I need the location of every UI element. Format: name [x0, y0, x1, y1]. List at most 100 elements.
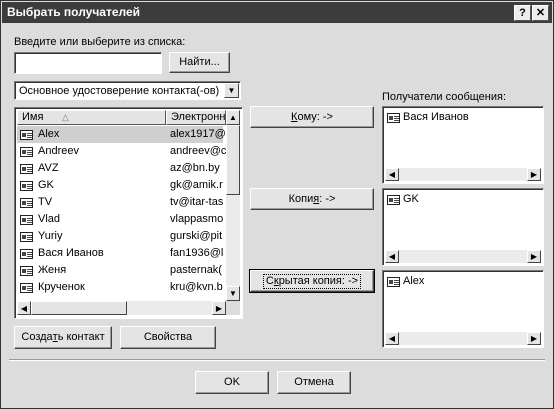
- contact-row[interactable]: Крученок kru@kvn.b: [17, 279, 223, 296]
- contact-email: pasternak(: [170, 264, 222, 276]
- contacts-list[interactable]: Имя △ Электронн Alex alex1917@ Andreev andr…: [14, 107, 243, 319]
- contact-row[interactable]: Вася Иванов fan1936@l: [17, 245, 223, 262]
- cc-hscrollbar[interactable]: ◀ ▶: [385, 250, 541, 263]
- contact-card-icon: [20, 198, 33, 208]
- contact-email: gurski@pit: [170, 230, 223, 242]
- cc-button-label: Копия: ->: [288, 193, 336, 205]
- contact-email: tv@itar-tas: [170, 196, 224, 208]
- contact-email: kru@kvn.b: [170, 281, 223, 293]
- contact-row[interactable]: TV tv@itar-tas: [17, 194, 223, 211]
- bcc-hscrollbar[interactable]: ◀ ▶: [385, 332, 541, 345]
- help-button[interactable]: ?: [514, 5, 531, 21]
- scroll-right-icon[interactable]: ▶: [527, 168, 541, 181]
- contacts-vertical-scrollbar[interactable]: ▲ ▼: [226, 110, 240, 301]
- contact-card-icon: [387, 277, 400, 287]
- contact-card-icon: [20, 266, 33, 276]
- cc-recipients-box[interactable]: GK ◀ ▶: [382, 188, 544, 266]
- contact-card-icon: [20, 164, 33, 174]
- find-button-label: Найти...: [179, 56, 220, 68]
- contact-name: Вася Иванов: [38, 247, 104, 259]
- chevron-down-icon[interactable]: ▼: [224, 83, 239, 98]
- column-header-email-label: Электронн: [171, 111, 226, 123]
- contact-row[interactable]: AVZ az@bn.by: [17, 160, 223, 177]
- divider: [9, 359, 545, 361]
- properties-label: Свойства: [143, 331, 193, 343]
- contact-name: Andreev: [38, 145, 79, 157]
- column-header-email[interactable]: Электронн: [166, 110, 226, 125]
- scroll-right-icon[interactable]: ▶: [212, 301, 226, 315]
- to-button-label: Кому: ->: [291, 111, 333, 123]
- cancel-label: Отмена: [294, 376, 334, 388]
- cancel-button[interactable]: Отмена: [277, 371, 351, 394]
- contact-card-icon: [20, 232, 33, 242]
- contact-email: gk@amik.r: [170, 179, 223, 191]
- to-button[interactable]: Кому: ->: [250, 106, 374, 128]
- contact-name: TV: [38, 196, 53, 208]
- scroll-left-icon[interactable]: ◀: [385, 332, 399, 345]
- address-book-select[interactable]: Основное удостоверение контакта(-ов) ▼: [14, 81, 241, 100]
- select-recipients-dialog: Выбрать получателей ? ✕ Введите или выбе…: [0, 0, 554, 409]
- scroll-left-icon[interactable]: ◀: [17, 301, 31, 315]
- contact-card-icon: [20, 130, 33, 140]
- contact-email: az@bn.by: [170, 162, 220, 174]
- scroll-left-icon[interactable]: ◀: [385, 250, 399, 263]
- scroll-up-icon[interactable]: ▲: [226, 110, 240, 125]
- contact-name: Alex: [38, 128, 60, 140]
- properties-button[interactable]: Свойства: [120, 326, 216, 349]
- ok-label: OK: [224, 376, 240, 388]
- to-hscrollbar[interactable]: ◀ ▶: [385, 168, 541, 181]
- ok-button[interactable]: OK: [195, 371, 269, 394]
- contact-row[interactable]: Yuriy gurski@pit: [17, 228, 223, 245]
- search-input[interactable]: [14, 52, 162, 74]
- sort-arrow-icon: △: [62, 112, 69, 122]
- contact-name: AVZ: [38, 162, 59, 174]
- column-header-name[interactable]: Имя △: [17, 110, 166, 125]
- recipients-label: Получатели сообщения:: [382, 91, 507, 103]
- bcc-button-label: Скрытая копия: ->: [262, 274, 362, 289]
- search-label: Введите или выберите из списка:: [14, 36, 186, 48]
- scroll-right-icon[interactable]: ▶: [527, 332, 541, 345]
- contact-email: fan1936@l: [170, 247, 224, 259]
- scroll-down-icon[interactable]: ▼: [226, 286, 240, 301]
- column-header-name-label: Имя: [22, 111, 44, 123]
- contact-row[interactable]: Женя pasternak(: [17, 262, 223, 279]
- contact-email: andreev@c: [170, 145, 226, 157]
- contact-name: Yuriy: [38, 230, 63, 242]
- title-bar: Выбрать получателей ? ✕: [2, 2, 552, 23]
- contact-card-icon: [20, 283, 33, 293]
- address-book-value: Основное удостоверение контакта(-ов): [19, 85, 220, 97]
- contact-row[interactable]: GK gk@amik.r: [17, 177, 223, 194]
- recipient-item[interactable]: Вася Иванов: [387, 110, 472, 125]
- contact-card-icon: [20, 249, 33, 259]
- recipient-item[interactable]: Alex: [387, 274, 427, 289]
- to-recipients-box[interactable]: Вася Иванов ◀ ▶: [382, 106, 544, 184]
- close-button[interactable]: ✕: [532, 5, 549, 21]
- contact-name: Vlad: [38, 213, 61, 225]
- find-button[interactable]: Найти...: [169, 52, 230, 73]
- contact-row[interactable]: Vlad vlappasmo: [17, 211, 223, 228]
- scroll-right-icon[interactable]: ▶: [527, 250, 541, 263]
- bcc-recipients-box[interactable]: Alex ◀ ▶: [382, 270, 544, 348]
- contact-row[interactable]: Andreev andreev@c: [17, 143, 226, 160]
- contact-card-icon: [387, 195, 400, 205]
- hscroll-thumb[interactable]: [31, 301, 127, 315]
- bcc-button[interactable]: Скрытая копия: ->: [249, 269, 375, 293]
- contact-card-icon: [20, 147, 33, 157]
- contact-email: vlappasmo: [170, 213, 224, 225]
- contacts-horizontal-scrollbar[interactable]: ◀ ▶: [17, 301, 226, 315]
- cc-button[interactable]: Копия: ->: [250, 188, 374, 210]
- contact-name: Крученок: [38, 281, 85, 293]
- scroll-left-icon[interactable]: ◀: [385, 168, 399, 181]
- create-contact-button[interactable]: Создать контакт: [14, 326, 112, 349]
- recipient-item[interactable]: GK: [387, 192, 422, 207]
- scroll-thumb[interactable]: [226, 125, 240, 195]
- scroll-corner: [226, 301, 240, 315]
- contact-row[interactable]: Alex alex1917@: [17, 126, 226, 143]
- contact-name: Женя: [38, 264, 67, 276]
- contact-email: alex1917@: [170, 128, 226, 140]
- create-contact-label: Создать контакт: [21, 331, 105, 343]
- contact-card-icon: [20, 215, 33, 225]
- contact-name: GK: [38, 179, 54, 191]
- contact-card-icon: [20, 181, 33, 191]
- contact-card-icon: [387, 113, 400, 123]
